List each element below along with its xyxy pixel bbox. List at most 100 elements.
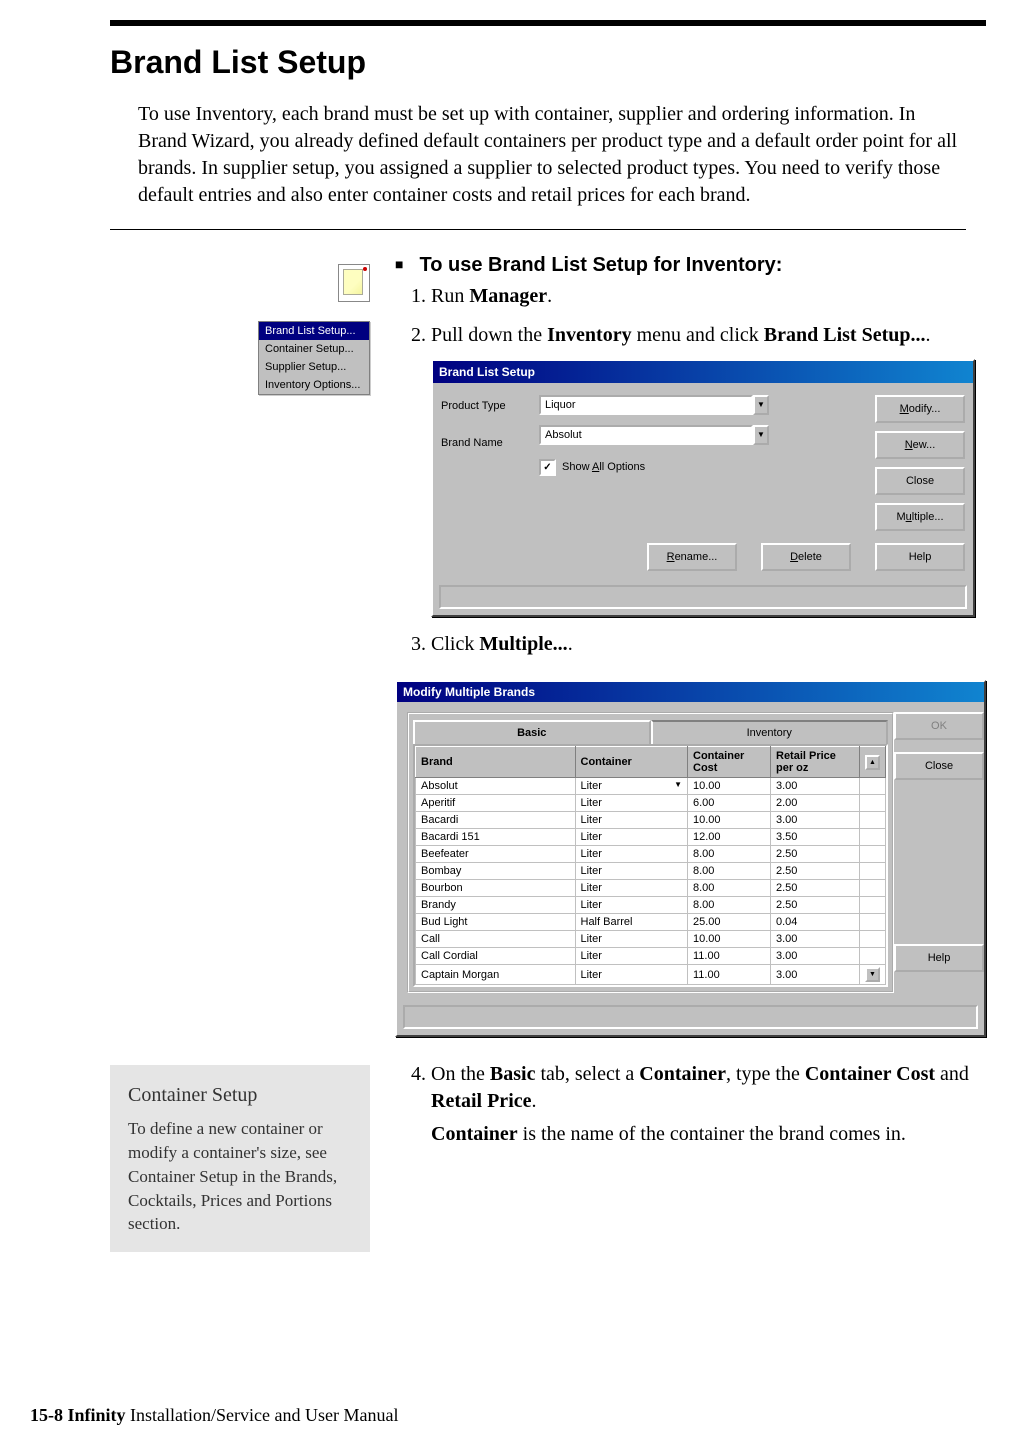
table-row[interactable]: Call CordialLiter11.003.00 xyxy=(416,948,886,965)
cell-container[interactable]: Liter xyxy=(575,795,688,812)
table-row[interactable]: BombayLiter8.002.50 xyxy=(416,863,886,880)
cell-retail[interactable]: 2.50 xyxy=(771,897,860,914)
cell-retail[interactable]: 3.50 xyxy=(771,829,860,846)
cell-retail[interactable]: 3.00 xyxy=(771,948,860,965)
multiple-button[interactable]: Multiple... xyxy=(875,503,965,531)
cell-retail[interactable]: 2.50 xyxy=(771,880,860,897)
scroll-track[interactable] xyxy=(860,863,886,880)
col-container[interactable]: Container xyxy=(575,747,688,778)
cell-cost[interactable]: 11.00 xyxy=(688,948,771,965)
brand-name-input[interactable] xyxy=(539,425,753,445)
cell-retail[interactable]: 2.50 xyxy=(771,846,860,863)
tab-inventory[interactable]: Inventory xyxy=(651,720,889,744)
cell-brand[interactable]: Bacardi xyxy=(416,812,576,829)
table-row[interactable]: AbsolutLiter▼10.003.00 xyxy=(416,778,886,795)
brand-name-combo[interactable]: ▼ xyxy=(539,425,769,445)
table-row[interactable]: BourbonLiter8.002.50 xyxy=(416,880,886,897)
cell-cost[interactable]: 8.00 xyxy=(688,863,771,880)
scroll-track[interactable] xyxy=(860,795,886,812)
cell-container[interactable]: Liter▼ xyxy=(575,778,688,795)
table-row[interactable]: Bacardi 151Liter12.003.50 xyxy=(416,829,886,846)
cell-brand[interactable]: Call xyxy=(416,931,576,948)
cell-container[interactable]: Liter xyxy=(575,948,688,965)
scroll-track[interactable] xyxy=(860,880,886,897)
col-brand[interactable]: Brand xyxy=(416,747,576,778)
col-cost[interactable]: Container Cost xyxy=(688,747,771,778)
cell-cost[interactable]: 25.00 xyxy=(688,914,771,931)
cell-cost[interactable]: 8.00 xyxy=(688,846,771,863)
cell-container[interactable]: Liter xyxy=(575,897,688,914)
cell-retail[interactable]: 3.00 xyxy=(771,965,860,985)
chevron-down-icon[interactable]: ▼ xyxy=(753,395,769,415)
cell-cost[interactable]: 10.00 xyxy=(688,812,771,829)
cell-container[interactable]: Liter xyxy=(575,931,688,948)
ok-button[interactable]: OK xyxy=(894,712,984,740)
cell-cost[interactable]: 8.00 xyxy=(688,880,771,897)
table-row[interactable]: BeefeaterLiter8.002.50 xyxy=(416,846,886,863)
table-row[interactable]: Bud LightHalf Barrel25.000.04 xyxy=(416,914,886,931)
cell-brand[interactable]: Aperitif xyxy=(416,795,576,812)
cell-brand[interactable]: Call Cordial xyxy=(416,948,576,965)
modify-button[interactable]: Modify... xyxy=(875,395,965,423)
close-button[interactable]: Close xyxy=(875,467,965,495)
cell-retail[interactable]: 2.50 xyxy=(771,863,860,880)
table-row[interactable]: AperitifLiter6.002.00 xyxy=(416,795,886,812)
cell-retail[interactable]: 2.00 xyxy=(771,795,860,812)
cell-container[interactable]: Liter xyxy=(575,812,688,829)
scroll-up[interactable]: ▲ xyxy=(860,747,886,778)
scroll-track[interactable] xyxy=(860,897,886,914)
cell-brand[interactable]: Bombay xyxy=(416,863,576,880)
checkbox[interactable]: ✓ xyxy=(539,459,556,476)
close-button[interactable]: Close xyxy=(894,752,984,780)
cell-retail[interactable]: 0.04 xyxy=(771,914,860,931)
cell-container[interactable]: Liter xyxy=(575,846,688,863)
rename-button[interactable]: Rename... xyxy=(647,543,737,571)
cell-brand[interactable]: Brandy xyxy=(416,897,576,914)
help-button[interactable]: Help xyxy=(894,944,984,972)
cell-cost[interactable]: 11.00 xyxy=(688,965,771,985)
cell-brand[interactable]: Captain Morgan xyxy=(416,965,576,985)
table-row[interactable]: BrandyLiter8.002.50 xyxy=(416,897,886,914)
delete-button[interactable]: Delete xyxy=(761,543,851,571)
cell-cost[interactable]: 8.00 xyxy=(688,897,771,914)
new-button[interactable]: New... xyxy=(875,431,965,459)
cell-brand[interactable]: Absolut xyxy=(416,778,576,795)
table-row[interactable]: CallLiter10.003.00 xyxy=(416,931,886,948)
chevron-down-icon[interactable]: ▼ xyxy=(753,425,769,445)
table-row[interactable]: Captain MorganLiter11.003.00 ▼ xyxy=(416,965,886,985)
tab-basic[interactable]: Basic xyxy=(413,720,651,744)
scroll-track[interactable] xyxy=(860,931,886,948)
scroll-track[interactable] xyxy=(860,812,886,829)
cell-cost[interactable]: 12.00 xyxy=(688,829,771,846)
cell-brand[interactable]: Bacardi 151 xyxy=(416,829,576,846)
cell-brand[interactable]: Beefeater xyxy=(416,846,576,863)
scroll-track[interactable] xyxy=(860,914,886,931)
scroll-track[interactable] xyxy=(860,778,886,795)
scroll-track[interactable] xyxy=(860,846,886,863)
cell-container[interactable]: Half Barrel xyxy=(575,914,688,931)
cell-cost[interactable]: 6.00 xyxy=(688,795,771,812)
cell-retail[interactable]: 3.00 xyxy=(771,931,860,948)
product-type-combo[interactable]: ▼ xyxy=(539,395,769,415)
cell-container[interactable]: Liter xyxy=(575,863,688,880)
product-type-input[interactable] xyxy=(539,395,753,415)
cell-cost[interactable]: 10.00 xyxy=(688,931,771,948)
chevron-up-icon[interactable]: ▲ xyxy=(865,755,880,770)
cell-container[interactable]: Liter xyxy=(575,880,688,897)
table-row[interactable]: BacardiLiter10.003.00 xyxy=(416,812,886,829)
cell-cost[interactable]: 10.00 xyxy=(688,778,771,795)
cell-brand[interactable]: Bourbon xyxy=(416,880,576,897)
scroll-track[interactable] xyxy=(860,829,886,846)
scroll-track[interactable]: ▼ xyxy=(860,965,886,985)
table-header: Brand Container Container Cost Retail Pr… xyxy=(416,747,886,778)
cell-container[interactable]: Liter xyxy=(575,829,688,846)
cell-retail[interactable]: 3.00 xyxy=(771,778,860,795)
chevron-down-icon[interactable]: ▼ xyxy=(674,780,682,789)
cell-container[interactable]: Liter xyxy=(575,965,688,985)
chevron-down-icon[interactable]: ▼ xyxy=(865,967,880,982)
cell-brand[interactable]: Bud Light xyxy=(416,914,576,931)
cell-retail[interactable]: 3.00 xyxy=(771,812,860,829)
col-retail[interactable]: Retail Price per oz xyxy=(771,747,860,778)
scroll-track[interactable] xyxy=(860,948,886,965)
help-button[interactable]: Help xyxy=(875,543,965,571)
